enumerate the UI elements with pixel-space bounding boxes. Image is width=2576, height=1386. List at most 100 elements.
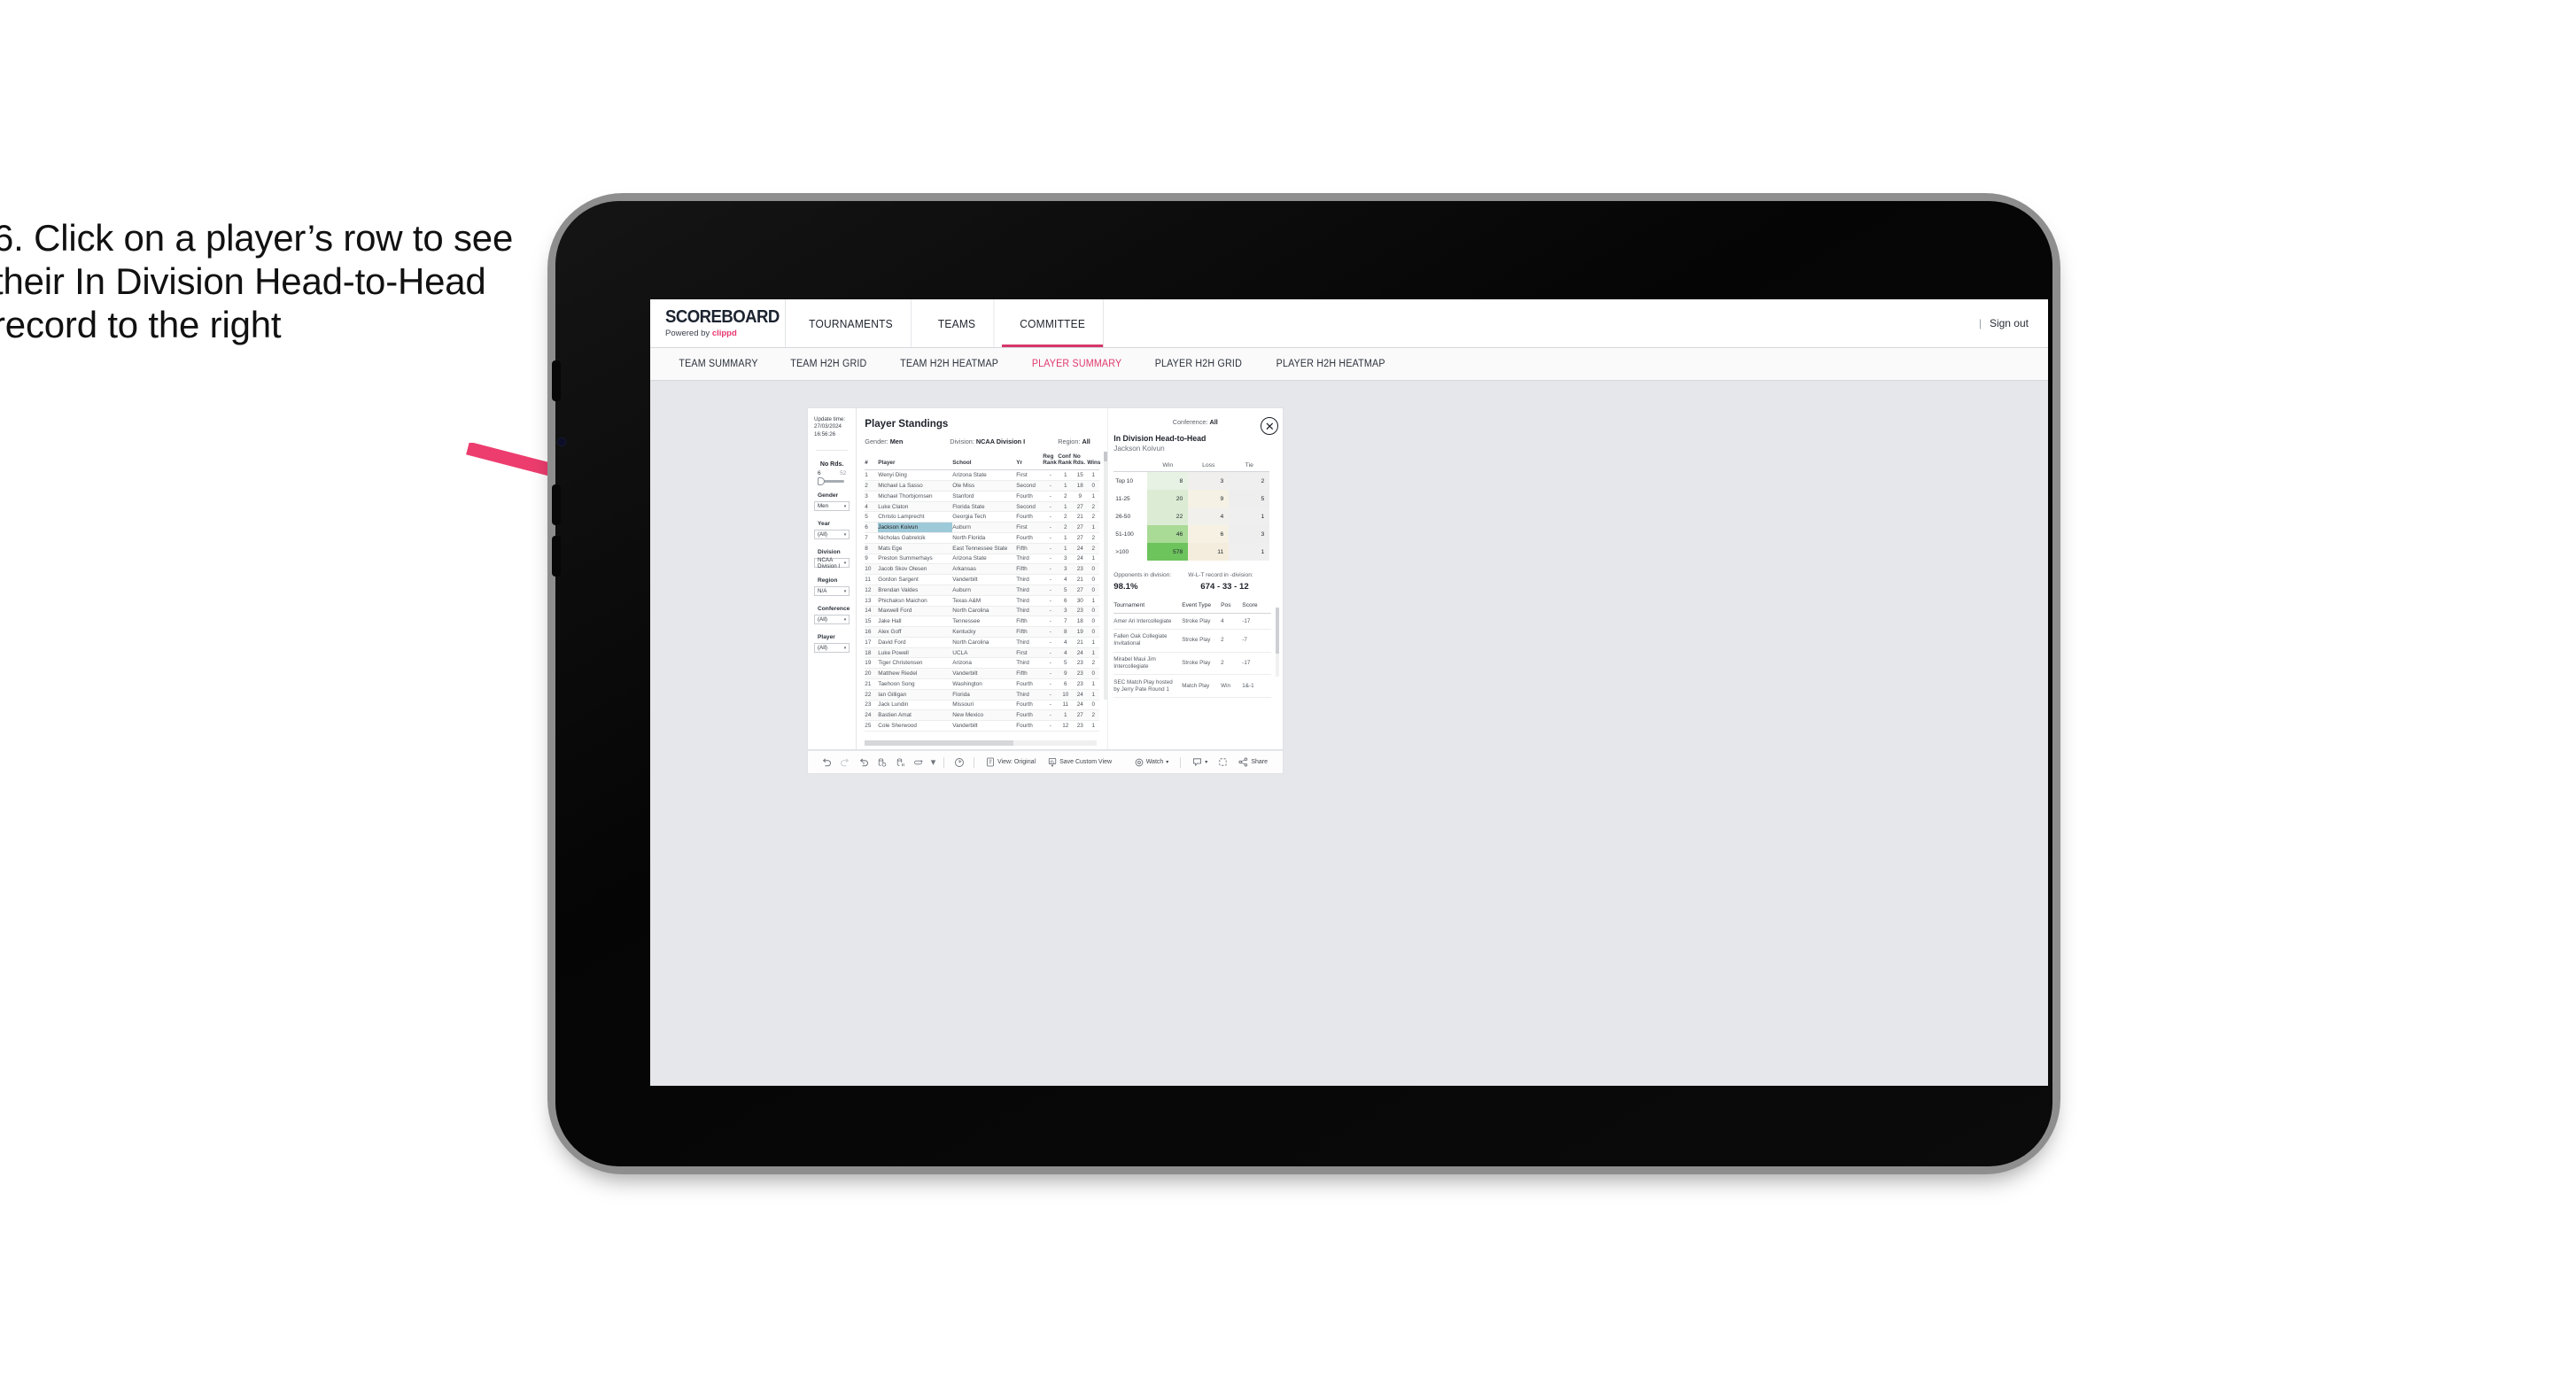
chevron-down-icon[interactable]: ▾	[928, 756, 938, 768]
filter-player-select[interactable]: (All) ▾	[814, 643, 850, 654]
filter-region-select[interactable]: N/A ▾	[814, 586, 850, 597]
sub-navigation-bar: TEAM SUMMARY TEAM H2H GRID TEAM H2H HEAT…	[650, 348, 2048, 381]
col-wins[interactable]: Wins	[1087, 453, 1101, 471]
table-row[interactable]: 24 Bastien Amat New Mexico Fourth -1 27 2	[865, 709, 1100, 722]
col-rank[interactable]: #	[865, 453, 879, 471]
no-rounds-slider[interactable]	[818, 476, 845, 485]
tournament-row[interactable]: Fallen Oak Collegiate Invitational Stroke…	[1113, 629, 1272, 653]
tournament-row[interactable]: Mirabel Maui Jim Intercollegiate Stroke P…	[1113, 652, 1272, 676]
cell-wins: 1	[1087, 522, 1100, 534]
table-row[interactable]: 14 Maxwell Ford North Carolina Third -3 23 0	[865, 606, 1100, 617]
table-row[interactable]: 22 Ian Gilligan Florida Third -10 24 1	[865, 689, 1100, 701]
sign-out-link[interactable]: Sign out	[1990, 317, 2029, 329]
h2h-col-tie: Tie	[1245, 462, 1253, 468]
table-row[interactable]: 6 Jackson Koivun Auburn First -2 27 1	[865, 522, 1100, 534]
cell-rank: 25	[865, 720, 879, 732]
tournaments-scrollbar[interactable]	[1276, 608, 1280, 677]
col-conf-rank[interactable]: Conf Rank	[1058, 453, 1074, 471]
filter-gender-value: Men	[818, 503, 829, 510]
head-to-head-table: Win Loss Tie Top 10 8 3 2 11-25 20 9 5 26-50 22 4 1…	[1113, 462, 1270, 561]
table-row[interactable]: 4 Luke Claton Florida State Second -1 27 2	[865, 501, 1100, 513]
cell-school: Auburn	[952, 585, 1017, 596]
tab-player-summary[interactable]: PLAYER SUMMARY	[1020, 359, 1134, 369]
tab-team-summary[interactable]: TEAM SUMMARY	[666, 359, 770, 369]
pause-auto-update-icon[interactable]	[950, 757, 968, 768]
col-yr[interactable]: Yr	[1016, 453, 1044, 471]
tab-team-h2h-heatmap[interactable]: TEAM H2H HEATMAP	[888, 359, 1011, 369]
standings-horizontal-scrollbar[interactable]	[865, 740, 1098, 746]
meta-region: Region: All	[1058, 437, 1090, 445]
col-tournament[interactable]: Tournament	[1113, 602, 1183, 614]
refresh-data-icon[interactable]	[873, 757, 891, 768]
col-pos[interactable]: Pos	[1221, 602, 1243, 614]
scrollbar-thumb[interactable]	[1276, 608, 1280, 654]
table-row[interactable]: 21 Taehoon Song Washington Fourth -6 23 1	[865, 678, 1100, 690]
table-row[interactable]: 19 Tiger Christensen Arizona Third -5 23 2	[865, 657, 1100, 670]
table-row[interactable]: 17 David Ford North Carolina Third -4 21 1	[865, 637, 1100, 648]
cell-player: Michael Thorbjornsen	[878, 491, 953, 502]
table-row[interactable]: 12 Brendan Valdes Auburn Third -5 27 0	[865, 585, 1100, 596]
table-row[interactable]: 8 Mats Ege East Tennessee State Fifth -1 24 2	[865, 543, 1100, 554]
filter-conference-label: Conference	[818, 606, 850, 613]
tab-team-h2h-grid[interactable]: TEAM H2H GRID	[778, 359, 879, 369]
table-row[interactable]: 2 Michael La Sasso Ole Miss Second -1 18 0	[865, 480, 1100, 492]
table-row[interactable]: 5 Christo Lamprecht Georgia Tech Fourth -2 21…	[865, 511, 1100, 523]
table-row[interactable]: 9 Preston Summerhays Arizona State Third -3 2…	[865, 554, 1100, 565]
table-row[interactable]: 18 Luke Powell UCLA First -4 24 1	[865, 647, 1100, 659]
fullscreen-icon[interactable]	[1214, 757, 1232, 767]
chevron-down-icon: ▾	[843, 645, 847, 651]
watch-button[interactable]: Watch ▾	[1129, 758, 1175, 767]
scrollbar-thumb[interactable]	[865, 740, 1014, 746]
tournament-row[interactable]: SEC Match Play hosted by Jerry Pate Roun…	[1113, 674, 1272, 699]
cell-player: Alex Goff	[878, 626, 953, 638]
col-score[interactable]: Score	[1242, 602, 1272, 614]
cell-reg-rank: -	[1043, 480, 1059, 492]
table-row[interactable]: 16 Alex Goff Kentucky Fifth -8 19 0	[865, 626, 1100, 638]
table-row[interactable]: 25 Cole Sherwood Vanderbilt Fourth -12 23 1	[865, 720, 1100, 732]
tab-player-h2h-heatmap[interactable]: PLAYER H2H HEATMAP	[1264, 359, 1398, 369]
col-player[interactable]: Player	[878, 453, 953, 471]
col-school[interactable]: School	[952, 453, 1017, 471]
redo-icon[interactable]	[835, 757, 854, 768]
view-original-button[interactable]: View: Original	[980, 757, 1042, 767]
cell-rank: 22	[865, 689, 879, 701]
col-reg-rank[interactable]: Reg Rank	[1043, 453, 1059, 471]
table-row[interactable]: 7 Nicholas Gabrelcik North Florida Fourth -1…	[865, 532, 1100, 544]
table-row[interactable]: 3 Michael Thorbjornsen Stanford Fourth -2 9 1	[865, 491, 1100, 502]
tournament-row[interactable]: Amer Ari Intercollegiate Stroke Play 4 -17	[1113, 613, 1272, 630]
cell-event-type: Stroke Play	[1182, 629, 1222, 653]
filter-year-select[interactable]: (All) ▾	[814, 530, 850, 540]
cell-wins: 0	[1087, 480, 1100, 492]
col-event-type[interactable]: Event Type	[1182, 602, 1222, 614]
cell-reg-rank: -	[1043, 626, 1059, 638]
nav-item-committee[interactable]: COMMITTEE	[1001, 299, 1105, 347]
brand-logo[interactable]: SCOREBOARD Powered by clippd	[650, 299, 786, 347]
close-icon[interactable]: ✕	[1261, 417, 1279, 435]
table-row[interactable]: 15 Jake Hall Tennessee Fifth -7 18 0	[865, 616, 1100, 628]
cell-player: Christo Lamprecht	[878, 511, 953, 523]
table-row[interactable]: 23 Jack Lundin Missouri Fourth -11 24 0	[865, 700, 1100, 711]
nav-item-tournaments[interactable]: TOURNAMENTS	[791, 299, 912, 347]
share-button[interactable]: Share	[1232, 757, 1274, 767]
cell-tournament: Fallen Oak Collegiate Invitational	[1113, 629, 1183, 653]
save-custom-view-button[interactable]: Save Custom View	[1042, 757, 1118, 767]
revert-icon[interactable]	[854, 757, 873, 768]
table-row[interactable]: 1 Wenyi Ding Arizona State First -1 15 1	[865, 469, 1100, 482]
table-row[interactable]: 13 Phichaksn Maichon Texas A&M Third -6 30 1	[865, 595, 1100, 607]
table-row[interactable]: 10 Jacob Skov Olesen Arkansas Fifth -3 23 0	[865, 563, 1100, 576]
undo-icon[interactable]	[817, 757, 835, 768]
filter-division-select[interactable]: NCAA Division I ▾	[814, 557, 850, 569]
pause-data-icon[interactable]	[891, 757, 910, 768]
col-no-rds[interactable]: No Rds.	[1073, 453, 1088, 471]
h2h-cell-win: 20	[1147, 490, 1189, 507]
table-row[interactable]: 20 Matthew Riedel Vanderbilt Fifth -9 23 0	[865, 668, 1100, 679]
filter-gender-select[interactable]: Men ▾	[814, 501, 850, 512]
highlight-icon[interactable]	[910, 757, 928, 768]
nav-item-teams[interactable]: TEAMS	[920, 299, 995, 347]
table-row[interactable]: 11 Gordon Sargent Vanderbilt Third -4 21 0	[865, 574, 1100, 585]
comment-button[interactable]: ▾	[1186, 757, 1214, 767]
tab-player-h2h-grid[interactable]: PLAYER H2H GRID	[1143, 359, 1254, 369]
filter-conference-select[interactable]: (All) ▾	[814, 615, 850, 625]
cell-player: Nicholas Gabrelcik	[878, 532, 953, 544]
no-rounds-slider-thumb[interactable]	[818, 476, 825, 485]
